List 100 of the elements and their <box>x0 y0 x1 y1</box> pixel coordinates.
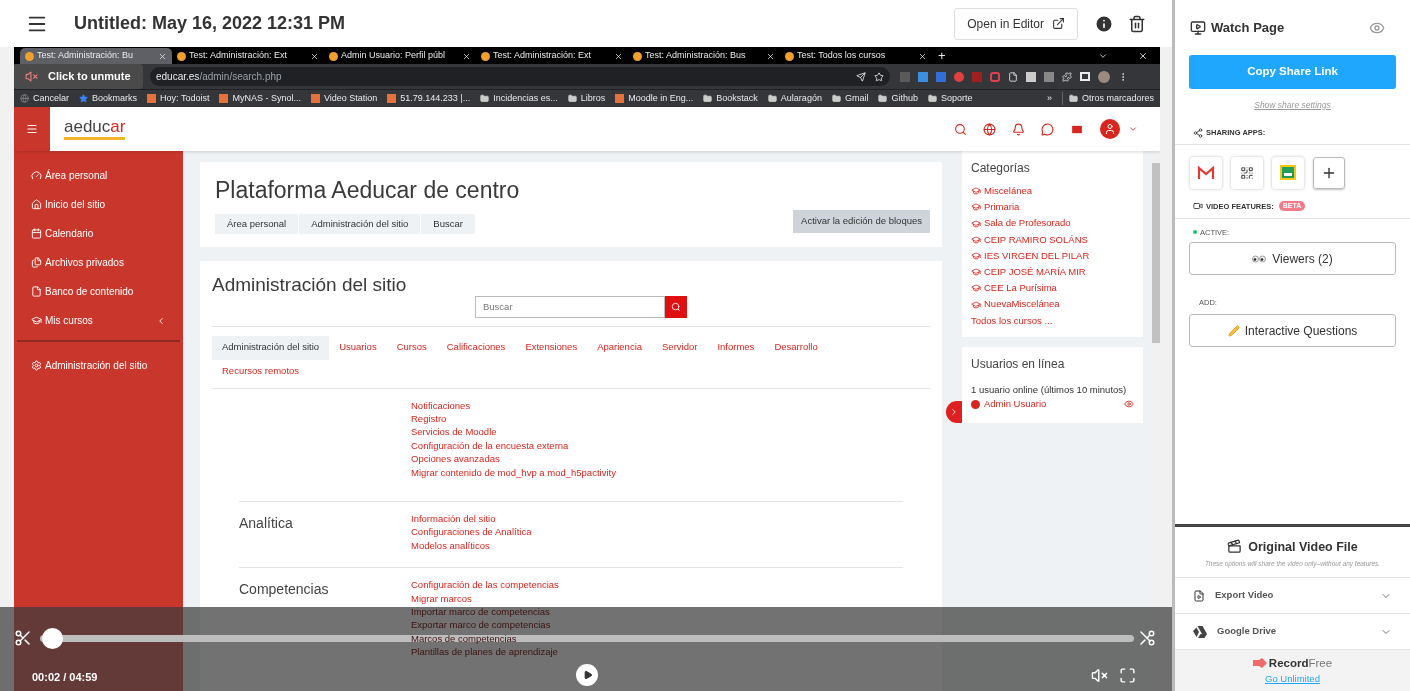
bookmark[interactable]: Incidencias es... <box>480 91 558 106</box>
scrollbar-thumb[interactable] <box>1152 163 1160 343</box>
admin-link[interactable]: Configuración de la encuesta externa <box>411 438 569 453</box>
admin-tab[interactable]: Informes <box>707 335 765 360</box>
category-link[interactable]: CEIP RAMIRO SOLÁNS <box>971 231 1134 248</box>
category-link[interactable]: CEIP JOSÉ MARÍA MIR <box>971 264 1134 281</box>
close-icon[interactable] <box>614 51 623 61</box>
breadcrumb-link[interactable]: Administración del sitio <box>299 214 422 234</box>
category-link[interactable]: Miscelánea <box>971 183 1134 200</box>
edit-blocks-button[interactable]: Activar la edición de bloques <box>793 210 930 233</box>
sidebar-item[interactable]: Archivos privados <box>14 248 183 277</box>
sidebar-item[interactable]: Inicio del sitio <box>14 190 183 219</box>
extension-icon[interactable] <box>918 71 928 82</box>
breadcrumb-link[interactable]: Buscar <box>421 214 476 234</box>
admin-link[interactable]: Modelos analíticos <box>411 538 490 553</box>
extension-icon[interactable] <box>1044 71 1054 82</box>
interactive-questions-button[interactable]: Interactive Questions <box>1189 314 1396 348</box>
bookmark[interactable]: Github <box>878 91 918 106</box>
puzzle-icon[interactable] <box>1062 71 1072 82</box>
star-icon[interactable] <box>874 71 884 82</box>
category-link[interactable]: Primaria <box>971 199 1134 216</box>
bookmark[interactable]: Soporte <box>927 91 973 106</box>
chevron-left-icon[interactable] <box>156 315 166 326</box>
admin-tab[interactable]: Extensiones <box>515 335 588 360</box>
unmute-tooltip[interactable]: Click to unmute <box>14 64 143 89</box>
site-logo[interactable]: aeducar <box>64 118 126 140</box>
close-icon[interactable] <box>766 51 775 61</box>
add-app-button[interactable] <box>1313 156 1345 189</box>
bookmark[interactable]: Libros <box>567 91 606 106</box>
progress-track[interactable] <box>40 628 1134 649</box>
new-tab-button[interactable]: + <box>938 48 946 64</box>
scissors-icon[interactable] <box>1138 629 1156 647</box>
admin-link[interactable]: Exportar marco de competencias <box>411 618 551 632</box>
profile-avatar-icon[interactable] <box>1098 70 1110 83</box>
category-link[interactable]: CEE La Purísima <box>971 280 1134 297</box>
user-avatar[interactable] <box>1100 119 1120 139</box>
address-bar[interactable]: educar.es/admin/search.php <box>150 67 890 86</box>
fullscreen-icon[interactable] <box>1119 667 1136 684</box>
sidebar-item[interactable]: Administración del sitio <box>17 351 180 380</box>
bookmark[interactable]: Cancelar <box>20 91 70 106</box>
eye-icon[interactable] <box>1124 399 1134 409</box>
admin-link[interactable]: Notificaciones <box>411 398 471 412</box>
admin-search-field[interactable]: Buscar <box>475 295 665 318</box>
category-link[interactable]: NuevaMiscelánea <box>971 296 1134 313</box>
admin-link[interactable]: Configuraciones de Analítica <box>411 525 532 539</box>
close-icon[interactable] <box>310 51 319 61</box>
sidebar-item[interactable]: Área personal <box>14 161 183 190</box>
close-icon[interactable] <box>462 51 471 61</box>
search-button[interactable] <box>665 295 687 318</box>
drawer-toggle-button[interactable] <box>14 107 50 151</box>
bookmark[interactable]: Gmail <box>831 91 869 106</box>
notifications-icon[interactable] <box>1012 122 1025 136</box>
caret-icon[interactable] <box>1128 124 1138 134</box>
export-option[interactable]: Export Video <box>1175 577 1410 613</box>
block-drawer-toggle[interactable] <box>946 401 962 423</box>
send-icon[interactable] <box>856 71 866 82</box>
delete-icon[interactable] <box>1128 13 1146 34</box>
admin-link[interactable]: Importar marco de competencias <box>411 604 550 619</box>
extension-icon[interactable] <box>1026 71 1036 82</box>
chat-icon[interactable] <box>1041 122 1054 136</box>
bookmark[interactable]: Bookmarks <box>79 91 138 106</box>
info-icon[interactable] <box>1094 13 1114 34</box>
open-in-editor-button[interactable]: Open in Editor <box>954 7 1078 40</box>
viewers-button[interactable]: Viewers (2) <box>1189 242 1396 275</box>
more-bookmarks-button[interactable]: » <box>1046 91 1052 106</box>
close-icon[interactable] <box>1138 51 1148 61</box>
admin-link[interactable]: Opciones avanzadas <box>411 452 500 466</box>
user-link[interactable]: Admin Usuario <box>984 396 1047 412</box>
admin-link[interactable]: Migrar marcos <box>411 591 472 605</box>
chevron-down-icon[interactable] <box>1098 51 1108 61</box>
breadcrumb-link[interactable]: Área personal <box>215 214 300 234</box>
search-icon[interactable] <box>954 122 967 136</box>
admin-tab[interactable]: Apariencia <box>587 335 653 360</box>
file-icon[interactable] <box>1008 71 1018 82</box>
share-settings-link[interactable]: Show share settings <box>1254 98 1331 112</box>
admin-link[interactable]: Migrar contenido de mod_hvp a mod_h5pactivity <box>411 465 616 479</box>
bookmark[interactable]: Otros marcadores <box>1061 91 1154 106</box>
admin-tab[interactable]: Administración del sitio <box>212 335 330 360</box>
admin-tab[interactable]: Desarrollo <box>764 335 828 360</box>
bookmark[interactable]: Bookstack <box>703 91 758 106</box>
admin-link[interactable]: Configuración de las competencias <box>411 578 559 592</box>
browser-tab[interactable]: Test: Administración: Bu <box>20 48 172 64</box>
bookmark[interactable]: MyNAS - Synol... <box>219 91 301 106</box>
admin-tab[interactable]: Calificaciones <box>436 335 516 360</box>
admin-tab[interactable]: Servidor <box>652 335 708 360</box>
admin-tab[interactable]: Usuarios <box>329 335 387 360</box>
bookmark[interactable]: Video Station <box>310 91 378 106</box>
bookmark[interactable]: 51.79.144.233 |... <box>387 91 471 106</box>
bookmark[interactable]: Moodle in Eng... <box>615 91 694 106</box>
admin-link[interactable]: Plantillas de planes de aprendizaje <box>411 645 558 659</box>
admin-link[interactable]: Servicios de Moodle <box>411 425 497 439</box>
admin-tab[interactable]: Recursos remotos <box>212 359 310 384</box>
side-panel-icon[interactable] <box>1080 72 1090 81</box>
all-courses-link[interactable]: Todos los cursos ... <box>971 312 1134 329</box>
bookmark[interactable]: Hoy: Todoist <box>147 91 210 106</box>
admin-link[interactable]: Marcos de competencias <box>411 631 517 646</box>
category-link[interactable]: Sala de Profesorado <box>971 215 1134 232</box>
sidebar-item[interactable]: Mis cursos <box>14 306 183 335</box>
admin-link[interactable]: Registro <box>411 411 447 426</box>
sidebar-item[interactable]: Calendario <box>14 219 183 248</box>
